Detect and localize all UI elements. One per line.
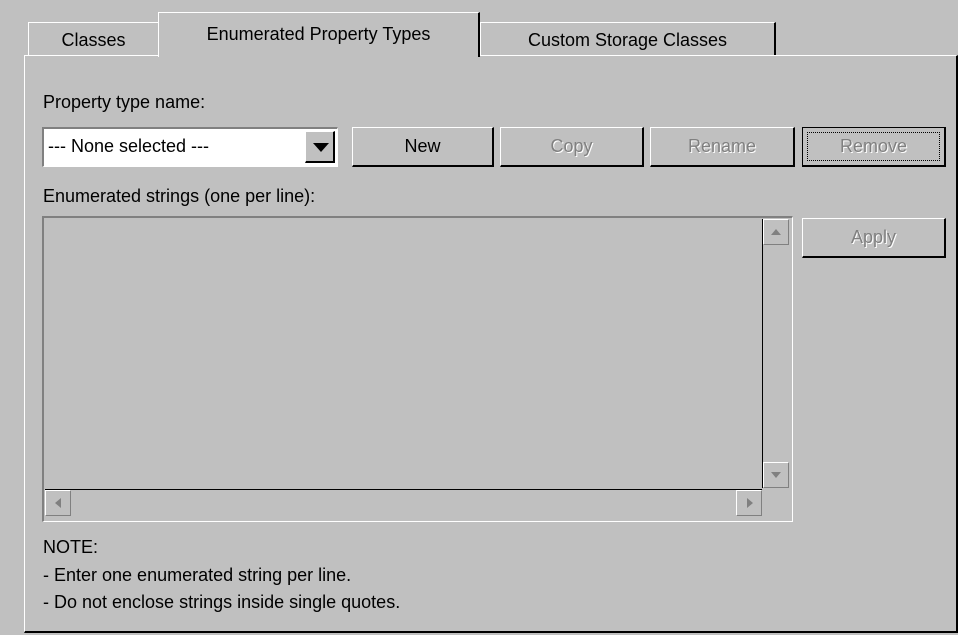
horizontal-scrollbar[interactable] <box>45 489 762 516</box>
focus-rectangle <box>807 132 940 161</box>
scroll-left-button[interactable] <box>45 490 71 516</box>
dropdown-arrow-button[interactable] <box>305 131 335 163</box>
note-line-2: - Do not enclose strings inside single q… <box>43 592 401 612</box>
property-type-dropdown[interactable]: --- None selected --- <box>42 127 338 167</box>
apply-button[interactable]: Apply <box>802 218 946 258</box>
scroll-down-button[interactable] <box>763 462 789 488</box>
arrow-left-icon <box>55 498 61 508</box>
chevron-down-icon <box>313 143 329 152</box>
tab-classes[interactable]: Classes <box>28 22 160 56</box>
arrow-up-icon <box>771 229 781 235</box>
property-type-selected-value: --- None selected --- <box>48 136 210 156</box>
window-edge <box>958 0 975 635</box>
scroll-up-button[interactable] <box>763 219 789 245</box>
tab-enumerated-property-types-label: Enumerated Property Types <box>206 24 431 44</box>
enumerated-strings-textarea[interactable] <box>42 216 793 522</box>
scroll-right-button[interactable] <box>736 490 762 516</box>
enumerated-strings-label: Enumerated strings (one per line): <box>43 186 316 206</box>
tab-enumerated-property-types[interactable]: Enumerated Property Types <box>158 12 480 57</box>
remove-button[interactable]: Remove <box>802 127 946 167</box>
tab-custom-storage-classes[interactable]: Custom Storage Classes <box>480 22 776 56</box>
new-button[interactable]: New <box>352 127 494 167</box>
property-type-name-label: Property type name: <box>43 92 206 112</box>
arrow-down-icon <box>771 472 781 478</box>
note-title: NOTE: <box>43 537 99 557</box>
copy-button[interactable]: Copy <box>500 127 644 167</box>
note-line-1: - Enter one enumerated string per line. <box>43 565 352 585</box>
tab-classes-label: Classes <box>61 30 126 50</box>
vertical-scrollbar[interactable] <box>762 219 790 488</box>
rename-button[interactable]: Rename <box>650 127 795 167</box>
arrow-right-icon <box>747 498 753 508</box>
tab-custom-storage-classes-label: Custom Storage Classes <box>527 30 728 50</box>
